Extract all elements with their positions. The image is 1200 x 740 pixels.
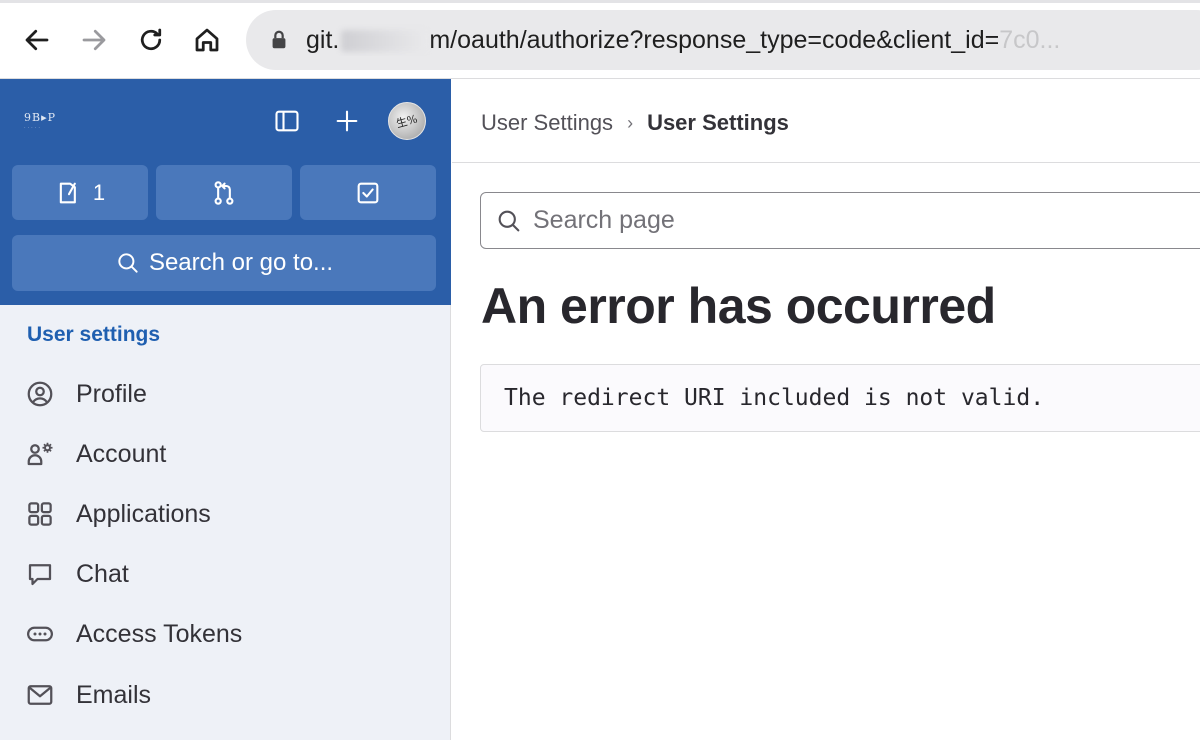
lock-icon[interactable] [268, 29, 290, 51]
breadcrumb: User Settings › User Settings [481, 107, 789, 139]
browser-toolbar: git. m/oauth/authorize?response_type=code… [0, 0, 1200, 79]
sidebar: 9B▸P ····· 生% 1 Search or go to... User … [0, 79, 451, 740]
avatar-image: 生% [395, 112, 420, 131]
global-search-label: Search or go to... [148, 249, 334, 276]
logo-text: 9B▸P [24, 111, 57, 124]
back-button[interactable] [17, 20, 57, 60]
home-button[interactable] [187, 20, 227, 60]
error-message: The redirect URI included is not valid. [504, 385, 1045, 411]
sidebar-header: 9B▸P ····· 生% 1 Search or go to... [0, 79, 451, 305]
search-icon [498, 210, 520, 231]
page-search-box[interactable] [480, 192, 1200, 249]
sidebar-item-applications[interactable]: Applications [12, 488, 440, 540]
search-icon [118, 253, 138, 273]
sidebar-item-label: Profile [76, 379, 147, 408]
emails-icon [24, 679, 56, 711]
sidebar-item-account[interactable]: Account [12, 428, 440, 480]
breadcrumb-parent-link[interactable]: User Settings [481, 110, 613, 136]
back-arrow-icon [25, 29, 49, 51]
forward-arrow-icon [82, 29, 106, 51]
reload-icon [140, 28, 162, 51]
reload-button[interactable] [131, 20, 171, 60]
todos-icon [357, 182, 379, 203]
url-host: git. [306, 26, 340, 54]
user-avatar[interactable]: 生% [388, 102, 426, 140]
sidebar-item-profile[interactable]: Profile [12, 368, 440, 420]
sidebar-item-label: Access Tokens [76, 619, 243, 648]
create-new-button[interactable] [329, 103, 365, 139]
toggle-sidebar-button[interactable] [269, 103, 305, 139]
issues-icon [59, 182, 76, 203]
chevron-right-icon: › [627, 112, 634, 133]
address-url[interactable]: git. m/oauth/authorize?response_type=code… [306, 24, 1196, 56]
sidebar-item-label: Emails [76, 680, 152, 709]
merge-requests-icon [214, 180, 234, 205]
sidebar-toggle-icon [275, 110, 299, 132]
merge-requests-counter-button[interactable] [156, 165, 292, 220]
plus-icon [336, 110, 358, 132]
profile-icon [24, 378, 56, 410]
page-search-input[interactable] [533, 206, 1133, 235]
tab-strip-edge [0, 0, 1200, 3]
issues-count: 1 [92, 179, 106, 205]
sidebar-item-emails[interactable]: Emails [12, 669, 440, 721]
address-bar[interactable]: git. m/oauth/authorize?response_type=code… [246, 10, 1200, 70]
user-settings-section-title: User settings [27, 323, 161, 346]
header-divider [452, 162, 1200, 163]
account-icon [24, 438, 56, 470]
todos-counter-button[interactable] [300, 165, 436, 220]
logo-subtext: ····· [24, 125, 42, 131]
sidebar-item-label: Chat [76, 559, 129, 588]
chat-icon [24, 558, 56, 590]
sidebar-item-chat[interactable]: Chat [12, 548, 440, 600]
issues-counter-button[interactable]: 1 [12, 165, 148, 220]
sidebar-item-access-tokens[interactable]: Access Tokens [12, 608, 440, 660]
error-title: An error has occurred [481, 278, 996, 334]
applications-icon [24, 498, 56, 530]
global-search-button[interactable]: Search or go to... [12, 235, 436, 291]
access-tokens-icon [24, 618, 56, 650]
sidebar-item-label: Account [76, 439, 167, 468]
forward-button[interactable] [74, 20, 114, 60]
main-content: User Settings › User Settings An error h… [452, 79, 1200, 740]
url-path: m/oauth/authorize?response_type=code&cli… [429, 26, 1000, 54]
brand-logo[interactable]: 9B▸P ····· [24, 111, 56, 131]
url-tail: 7c0... [999, 26, 1061, 54]
sidebar-item-label: Applications [76, 499, 211, 528]
error-message-box: The redirect URI included is not valid. [480, 364, 1200, 432]
home-icon [195, 28, 219, 52]
url-redacted [341, 30, 428, 53]
breadcrumb-current[interactable]: User Settings [647, 110, 789, 136]
